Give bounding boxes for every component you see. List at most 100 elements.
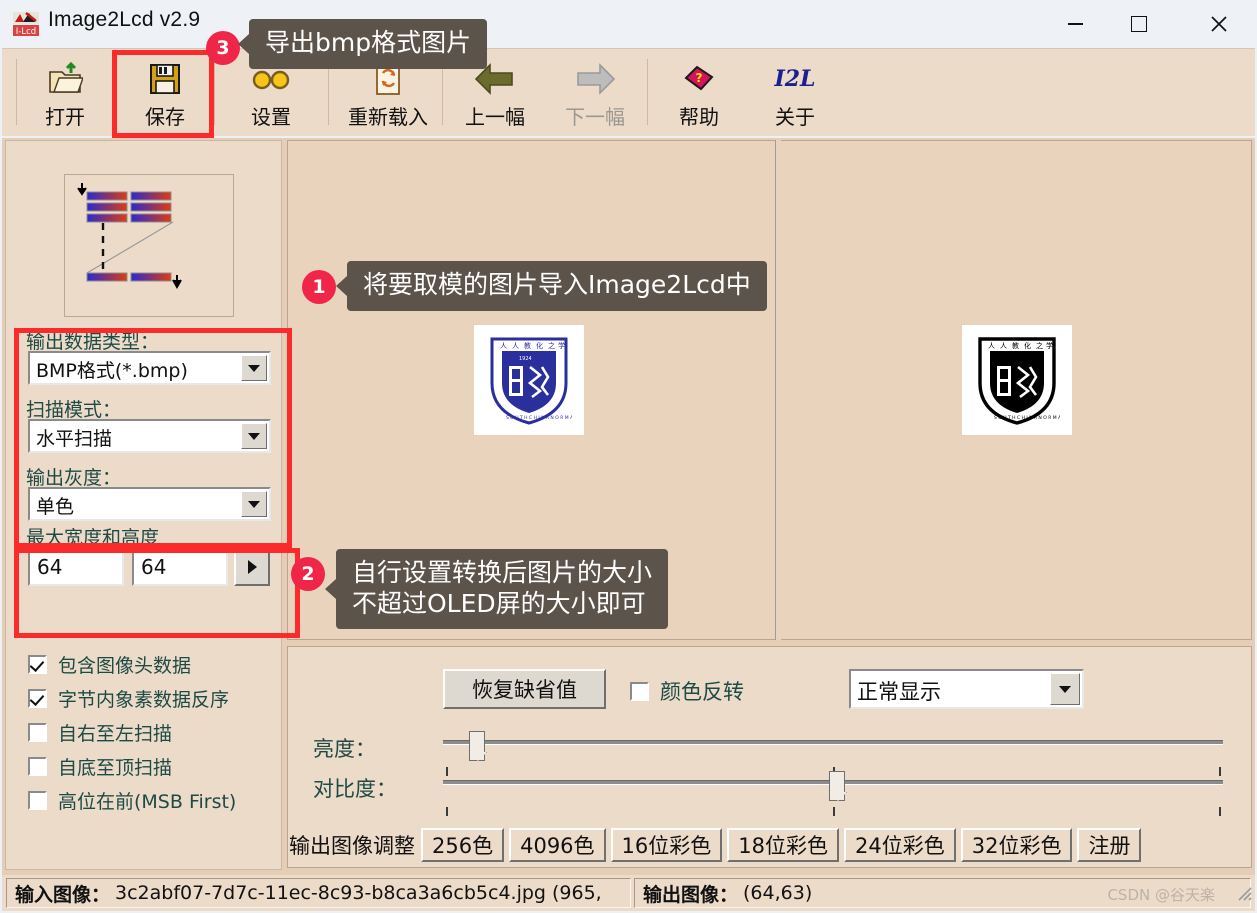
toolbar-label-prev: 上一幅 (465, 105, 525, 129)
svg-text:教: 教 (524, 341, 531, 350)
annotation-callout-1: 将要取模的图片导入Image2Lcd中 (336, 261, 767, 311)
toolbar-label-open: 打开 (45, 105, 85, 129)
display-mode-combo[interactable]: 正常显示 (849, 669, 1084, 709)
arrow-right-icon (574, 59, 616, 99)
status-input-label: 输入图像： (15, 883, 111, 906)
scan-pattern-diagram (77, 183, 182, 290)
toolbar-separator (647, 59, 648, 125)
svg-text:1924: 1924 (519, 356, 532, 362)
brightness-slider[interactable] (443, 731, 1223, 761)
max-size-label: 最大宽度和高度 (26, 527, 160, 549)
tab-24bit-color[interactable]: 24位彩色 (844, 828, 956, 862)
tab-16bit-color[interactable]: 16位彩色 (610, 828, 723, 862)
toolbar-separator (214, 59, 215, 125)
chevron-down-icon[interactable] (1050, 673, 1080, 705)
checkbox-label: 高位在前(MSB First) (58, 790, 237, 813)
toolbar-button-save[interactable]: 保存 (120, 53, 210, 131)
checkbox-box[interactable] (28, 790, 47, 810)
university-crest-blue: 人人教 化之学 1924 S O U T H C H I N A N O R M… (490, 337, 572, 425)
checkbox-box[interactable] (28, 722, 47, 742)
checkbox-label: 自右至左扫描 (58, 722, 173, 745)
toolbar-separator (442, 59, 443, 125)
checkbox-label: 自底至顶扫描 (58, 756, 173, 779)
tab-18bit-color[interactable]: 18位彩色 (727, 828, 840, 862)
apply-size-button[interactable] (234, 548, 270, 586)
resize-grip-icon[interactable] (1235, 884, 1253, 902)
checkbox-box[interactable] (28, 688, 47, 708)
svg-text:人: 人 (1000, 342, 1007, 350)
checkbox-invert-color[interactable]: 颜色反转 (630, 677, 744, 705)
output-image-thumbnail: 人人教 化之学 S O U T H C H I N A N O R M A L (962, 325, 1072, 435)
svg-text:学: 学 (1046, 341, 1053, 350)
checkbox-scan-bottom-to-top[interactable]: 自底至顶扫描 (28, 752, 172, 780)
output-image-preview[interactable]: 人人教 化之学 S O U T H C H I N A N O R M A L (781, 140, 1252, 640)
status-bar: 输入图像： 3c2abf07-7d7c-11ec-8c93-b8ca3a6cb5… (2, 875, 1255, 911)
scan-mode-value: 水平扫描 (36, 428, 113, 450)
annotation-badge-1: 1 (302, 270, 336, 304)
maximize-button[interactable] (1112, 0, 1166, 48)
scan-mode-label: 扫描模式： (26, 399, 122, 421)
svg-text:之: 之 (548, 341, 555, 350)
image2lcd-logo-icon: I-Lcd (13, 12, 39, 37)
max-width-value: 64 (37, 555, 63, 579)
input-image-thumbnail: 人人教 化之学 1924 S O U T H C H I N A N O R M… (474, 325, 584, 435)
minimize-icon (1067, 23, 1083, 25)
max-height-input[interactable]: 64 (132, 548, 228, 586)
toolbar-button-open[interactable]: 打开 (20, 53, 110, 131)
checkbox-label: 颜色反转 (660, 680, 744, 704)
title-bar: I-Lcd Image2Lcd v2.9 (0, 0, 1257, 48)
toolbar-label-about: 关于 (775, 105, 815, 129)
restore-defaults-button[interactable]: 恢复缺省值 (443, 669, 606, 709)
svg-text:学: 学 (558, 341, 565, 350)
toolbar-label-save: 保存 (145, 105, 185, 129)
checkbox-scan-right-to-left[interactable]: 自右至左扫描 (28, 718, 172, 746)
output-gray-combo[interactable]: 单色 (28, 487, 271, 521)
left-settings-panel: 输出数据类型： BMP格式(*.bmp) 扫描模式： 水平扫描 输出灰度： 单色… (5, 140, 282, 870)
chevron-down-icon[interactable] (241, 355, 267, 381)
close-button[interactable] (1192, 0, 1246, 48)
toolbar-label-next: 下一幅 (565, 105, 625, 129)
toolbar-label-help: 帮助 (679, 105, 719, 129)
checkbox-include-header[interactable]: 包含图像头数据 (28, 650, 191, 678)
checkbox-box[interactable] (630, 681, 649, 701)
checkbox-box[interactable] (28, 756, 47, 776)
tab-256-colors[interactable]: 256色 (421, 828, 505, 862)
annotation-badge-2: 2 (291, 557, 325, 591)
maximize-icon (1131, 16, 1147, 32)
annotation-callout-2: 自行设置转换后图片的大小 不超过OLED屏的大小即可 (324, 549, 669, 629)
contrast-label: 对比度： (313, 777, 397, 801)
slider-tick (446, 807, 448, 816)
tab-register[interactable]: 注册 (1077, 828, 1142, 862)
checkbox-msb-first[interactable]: 高位在前(MSB First) (28, 786, 236, 814)
annotation-badge-3: 3 (206, 31, 240, 65)
scan-mode-combo[interactable]: 水平扫描 (28, 419, 271, 453)
checkbox-box[interactable] (28, 654, 47, 674)
status-input-image: 输入图像： 3c2abf07-7d7c-11ec-8c93-b8ca3a6cb5… (6, 878, 631, 908)
brightness-label: 亮度： (313, 737, 376, 761)
image2lcd-window: I-Lcd Image2Lcd v2.9 打开 保存 设置 重新载入 上一幅 下… (0, 0, 1257, 913)
output-type-label: 输出数据类型： (26, 331, 160, 353)
contrast-slider[interactable] (443, 771, 1223, 801)
toolbar-button-help[interactable]: ? 帮助 (654, 53, 744, 131)
slider-track (443, 740, 1223, 745)
university-crest-mono: 人人教 化之学 S O U T H C H I N A N O R M A L (978, 337, 1060, 425)
svg-text:教: 教 (1012, 341, 1019, 350)
slider-thumb[interactable] (829, 771, 845, 801)
minimize-button[interactable] (1048, 0, 1102, 48)
chevron-down-icon[interactable] (241, 423, 267, 449)
checkbox-reverse-pixel-order[interactable]: 字节内象素数据反序 (28, 684, 229, 712)
slider-thumb[interactable] (469, 731, 485, 761)
window-title: Image2Lcd v2.9 (48, 8, 201, 31)
tab-4096-colors[interactable]: 4096色 (509, 828, 606, 862)
checkbox-label: 包含图像头数据 (58, 654, 192, 677)
toolbar-button-about[interactable]: I2L 关于 (750, 53, 840, 131)
svg-text:化: 化 (1024, 341, 1031, 350)
svg-text:S O U T H C H I N A N O R M A: S O U T H C H I N A N O R M A L (994, 415, 1060, 421)
tab-32bit-color[interactable]: 32位彩色 (960, 828, 1073, 862)
chevron-down-icon[interactable] (241, 491, 267, 517)
close-icon (1211, 16, 1227, 32)
toolbar-button-next[interactable]: 下一幅 (548, 53, 642, 131)
output-type-combo[interactable]: BMP格式(*.bmp) (28, 351, 271, 385)
output-gray-value: 单色 (36, 496, 75, 518)
max-width-input[interactable]: 64 (28, 548, 124, 586)
